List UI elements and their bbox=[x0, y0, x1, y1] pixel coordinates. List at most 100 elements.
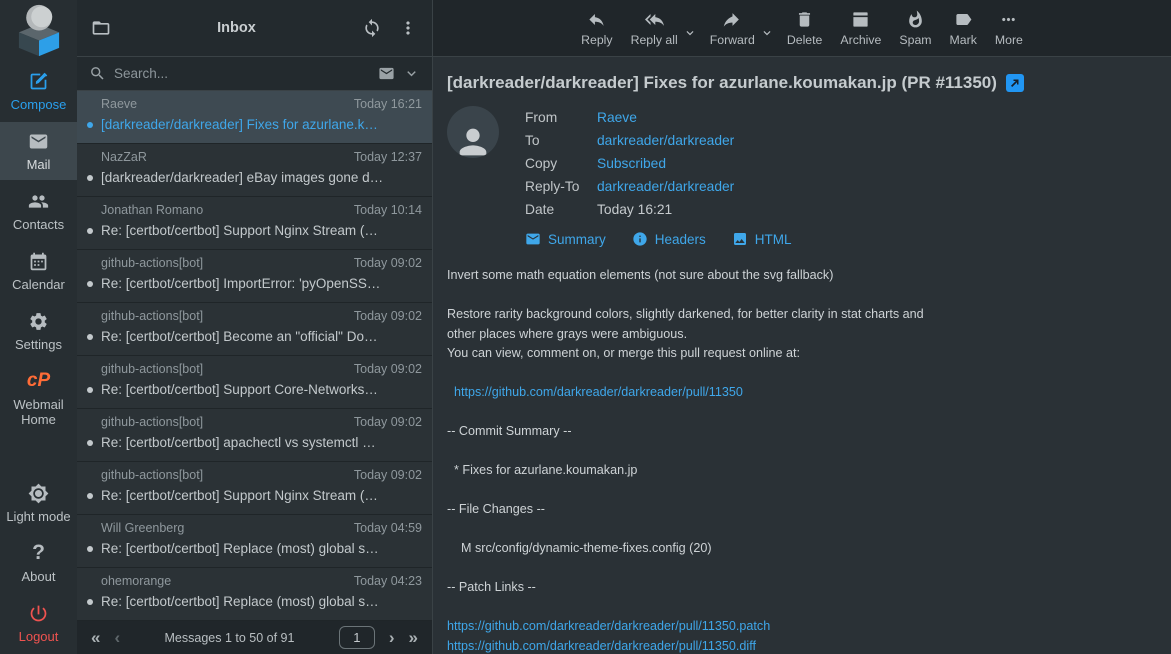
body-text-line bbox=[447, 520, 1157, 540]
message-list-item[interactable]: RaeveToday 16:21[darkreader/darkreader] … bbox=[77, 91, 432, 144]
sidebar-item-logout[interactable]: Logout bbox=[0, 594, 77, 652]
body-link[interactable]: https://github.com/darkreader/darkreader… bbox=[447, 637, 1157, 654]
compose-label: Compose bbox=[11, 97, 67, 112]
page-number-input[interactable] bbox=[339, 626, 375, 649]
sidebar-item-label: Calendar bbox=[12, 277, 65, 292]
sidebar-item-mail[interactable]: Mail bbox=[0, 122, 77, 180]
sidebar-item-calendar[interactable]: Calendar bbox=[0, 242, 77, 300]
toolbar-button-label: Spam bbox=[899, 33, 931, 47]
toolbar-button-label: Delete bbox=[787, 33, 823, 47]
header-label: To bbox=[525, 129, 597, 152]
body-text-line bbox=[447, 442, 1157, 462]
message-list-item[interactable]: github-actions[bot]Today 09:02Re: [certb… bbox=[77, 303, 432, 356]
folder-open-icon[interactable] bbox=[91, 18, 111, 38]
message-subject-text: [darkreader/darkreader] Fixes for azurla… bbox=[447, 73, 997, 93]
calendar-icon bbox=[28, 250, 49, 272]
summary-link[interactable]: Summary bbox=[525, 231, 606, 247]
external-link-icon[interactable] bbox=[1006, 74, 1024, 92]
header-value-copy[interactable]: Subscribed bbox=[597, 156, 666, 171]
message-list-item[interactable]: github-actions[bot]Today 09:02Re: [certb… bbox=[77, 409, 432, 462]
forward-dropdown-caret-icon[interactable] bbox=[760, 26, 774, 40]
delete-button[interactable]: Delete bbox=[778, 6, 832, 51]
more-button[interactable]: More bbox=[986, 6, 1032, 51]
sidebar-item-about[interactable]: ?About bbox=[0, 534, 77, 592]
message-list: RaeveToday 16:21[darkreader/darkreader] … bbox=[77, 91, 432, 620]
message-sender: github-actions[bot] bbox=[101, 309, 203, 323]
action-label: Summary bbox=[548, 232, 606, 247]
message-list-item[interactable]: NazZaRToday 12:37[darkreader/darkreader]… bbox=[77, 144, 432, 197]
refresh-icon[interactable] bbox=[362, 18, 382, 38]
sidebar-item-settings[interactable]: Settings bbox=[0, 302, 77, 360]
reading-pane: Reply Reply all Forward Delete Archive Spam Ma… bbox=[433, 0, 1171, 654]
message-sender: github-actions[bot] bbox=[101, 362, 203, 376]
archive-button[interactable]: Archive bbox=[831, 6, 890, 51]
header-row: Reply-Todarkreader/darkreader bbox=[525, 175, 734, 198]
message-time: Today 04:23 bbox=[354, 574, 422, 588]
message-list-item[interactable]: Will GreenbergToday 04:59Re: [certbot/ce… bbox=[77, 515, 432, 568]
unread-dot-icon bbox=[87, 175, 93, 181]
search-input[interactable] bbox=[114, 66, 370, 81]
header-label: Copy bbox=[525, 152, 597, 175]
body-link[interactable]: https://github.com/darkreader/darkreader… bbox=[447, 617, 1157, 637]
sidebar-footer: Light mode ?AboutLogout bbox=[0, 474, 77, 654]
message-time: Today 09:02 bbox=[354, 468, 422, 482]
html-link[interactable]: HTML bbox=[732, 231, 792, 247]
header-row: CopySubscribed bbox=[525, 152, 734, 175]
sidebar-item-webmail-home[interactable]: cPWebmail Home bbox=[0, 362, 77, 435]
power-icon bbox=[28, 602, 49, 624]
reply-all-button[interactable]: Reply all bbox=[622, 6, 687, 51]
message-time: Today 09:02 bbox=[354, 256, 422, 270]
header-label: From bbox=[525, 106, 597, 129]
header-row: FromRaeve bbox=[525, 106, 734, 129]
pagination-bar: « ‹ Messages 1 to 50 of 91 › » bbox=[77, 620, 432, 654]
envelope-icon[interactable] bbox=[378, 65, 395, 82]
header-value-from[interactable]: Raeve bbox=[597, 110, 637, 125]
header-value-to[interactable]: darkreader/darkreader bbox=[597, 133, 734, 148]
reply-all-dropdown-caret-icon[interactable] bbox=[683, 26, 697, 40]
mark-button[interactable]: Mark bbox=[941, 6, 986, 51]
unread-dot-icon bbox=[87, 599, 93, 605]
header-value-date: Today 16:21 bbox=[597, 202, 672, 217]
first-page-button[interactable]: « bbox=[91, 629, 100, 646]
sidebar: Compose MailContacts Calendar SettingscPWe… bbox=[0, 0, 77, 654]
toolbar-button-label: Mark bbox=[950, 33, 977, 47]
reply-button[interactable]: Reply bbox=[572, 6, 621, 51]
body-text-line: You can view, comment on, or merge this … bbox=[447, 344, 1157, 364]
message-list-item[interactable]: github-actions[bot]Today 09:02Re: [certb… bbox=[77, 250, 432, 303]
toolbar-button-label: Reply bbox=[581, 33, 612, 47]
next-page-button[interactable]: › bbox=[389, 629, 395, 646]
body-text-line: other places where grays were ambiguous. bbox=[447, 325, 1157, 345]
sidebar-item-label: Webmail Home bbox=[2, 397, 75, 427]
spam-button[interactable]: Spam bbox=[890, 6, 940, 51]
unread-dot-icon bbox=[87, 334, 93, 340]
message-list-item[interactable]: ohemorangeToday 04:23Re: [certbot/certbo… bbox=[77, 568, 432, 620]
person-icon bbox=[453, 122, 493, 158]
toolbar-button-label: More bbox=[995, 33, 1023, 47]
message-list-item[interactable]: github-actions[bot]Today 09:02Re: [certb… bbox=[77, 356, 432, 409]
cypht-logo-icon bbox=[17, 4, 61, 57]
forward-button[interactable]: Forward bbox=[701, 6, 764, 51]
body-text-line bbox=[447, 286, 1157, 306]
header-label: Date bbox=[525, 198, 597, 221]
message-sender: Will Greenberg bbox=[101, 521, 184, 535]
sidebar-item-light-mode[interactable]: Light mode bbox=[0, 474, 77, 532]
archive-icon bbox=[851, 10, 870, 33]
message-list-item[interactable]: Jonathan RomanoToday 10:14Re: [certbot/c… bbox=[77, 197, 432, 250]
chevron-down-icon[interactable] bbox=[403, 65, 420, 82]
compose-button[interactable]: Compose bbox=[0, 62, 77, 120]
header-value-reply-to[interactable]: darkreader/darkreader bbox=[597, 179, 734, 194]
cypht-logo[interactable] bbox=[0, 0, 77, 60]
prev-page-button[interactable]: ‹ bbox=[114, 629, 120, 646]
message-list-item[interactable]: github-actions[bot]Today 09:02Re: [certb… bbox=[77, 462, 432, 515]
sidebar-item-label: About bbox=[22, 569, 56, 584]
body-link[interactable]: https://github.com/darkreader/darkreader… bbox=[447, 383, 1157, 403]
body-text-line: -- File Changes -- bbox=[447, 500, 1157, 520]
sidebar-item-label: Light mode bbox=[6, 509, 70, 524]
body-text-line bbox=[447, 598, 1157, 618]
reply-icon bbox=[587, 10, 606, 33]
body-text-line bbox=[447, 559, 1157, 579]
headers-link[interactable]: Headers bbox=[632, 231, 706, 247]
sidebar-item-contacts[interactable]: Contacts bbox=[0, 182, 77, 240]
last-page-button[interactable]: » bbox=[409, 629, 418, 646]
more-vert-icon[interactable] bbox=[398, 18, 418, 38]
